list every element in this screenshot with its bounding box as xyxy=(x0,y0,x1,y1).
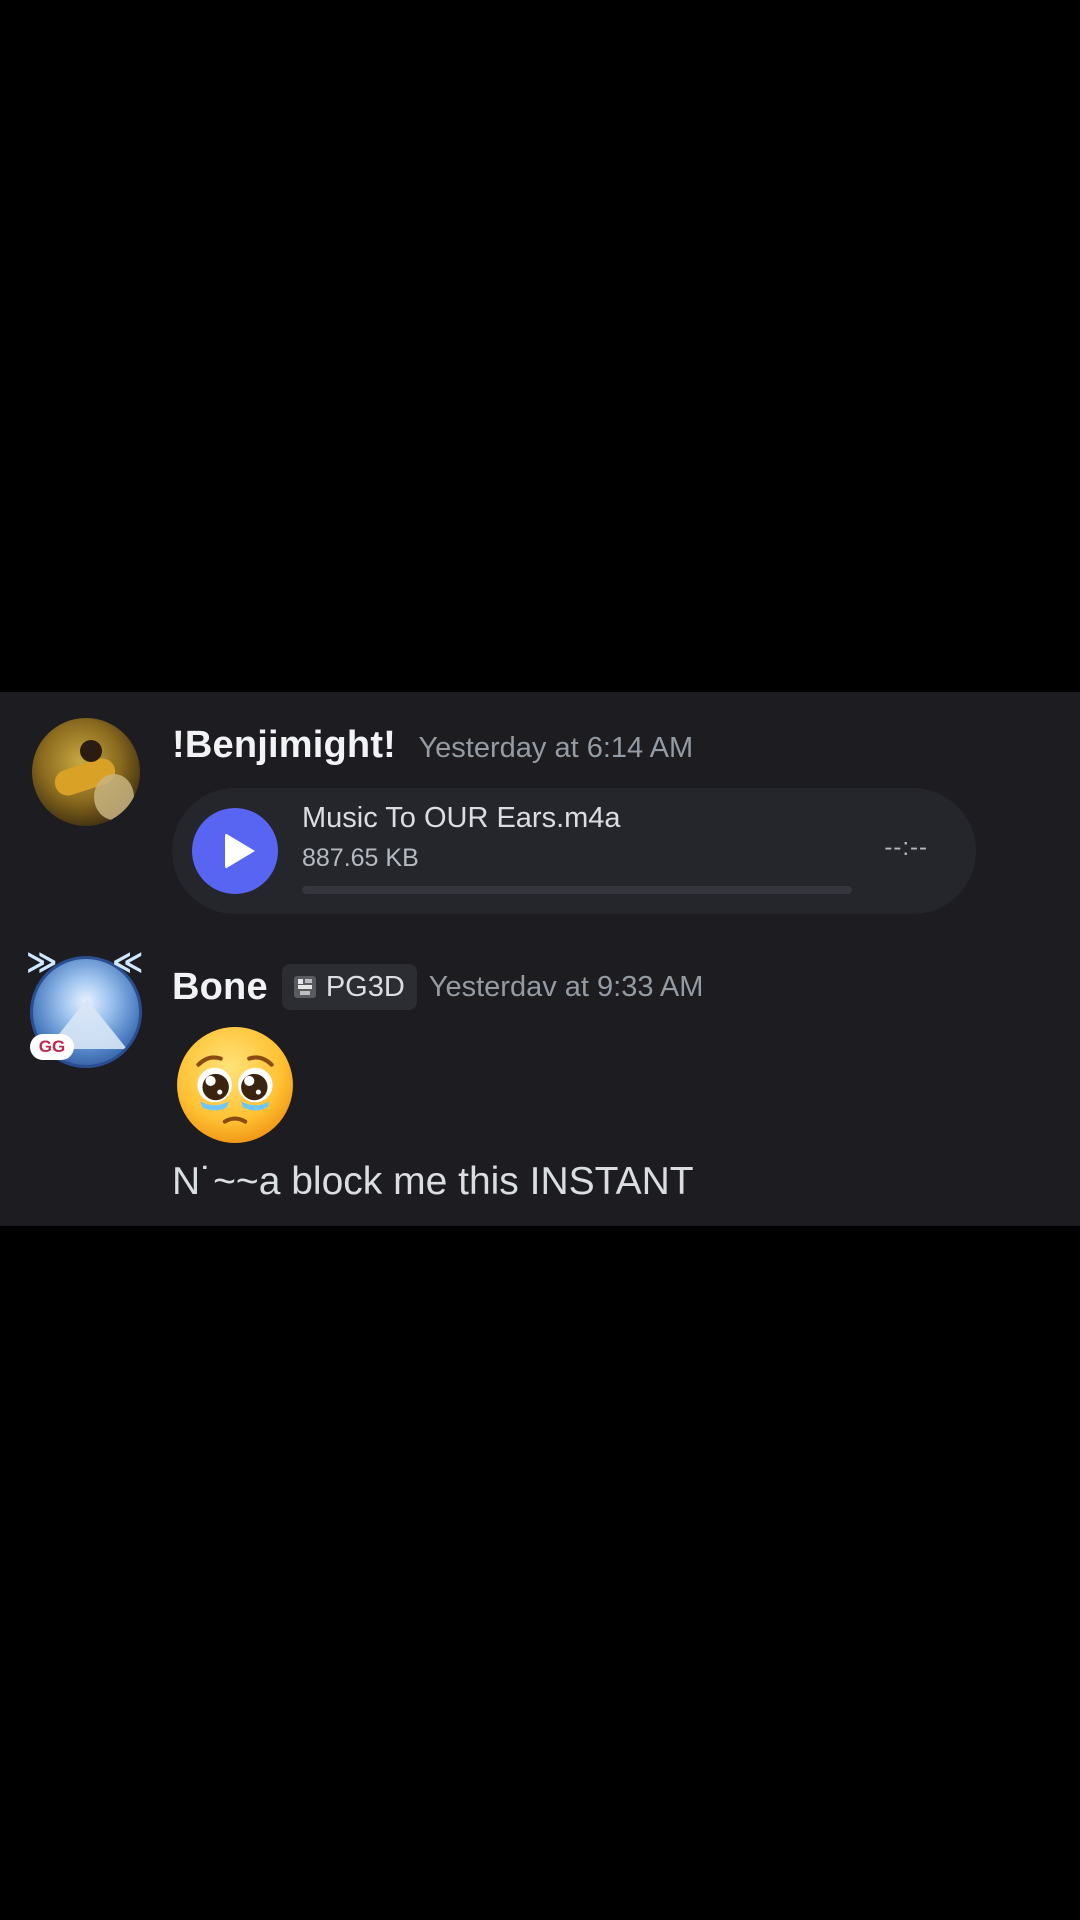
wing-icon: ≫ xyxy=(26,946,58,979)
avatar-image-part xyxy=(94,774,134,820)
timestamp: Yesterdav at 9:33 AM xyxy=(428,970,704,1003)
message-header: !Benjimight! Yesterday at 6:14 AM xyxy=(172,724,693,767)
chat-panel: !Benjimight! Yesterday at 6:14 AM Music … xyxy=(0,692,1080,1226)
audio-file-size: 887.65 KB xyxy=(302,844,419,872)
pleading-face-emoji xyxy=(177,1027,293,1143)
timestamp: Yesterday at 6:14 AM xyxy=(418,732,694,764)
audio-duration: --:-- xyxy=(884,834,928,861)
screen: !Benjimight! Yesterday at 6:14 AM Music … xyxy=(0,0,1080,1920)
audio-filename[interactable]: Music To OUR Ears.m4a xyxy=(302,802,621,835)
audio-attachment: Music To OUR Ears.m4a 887.65 KB --:-- xyxy=(172,788,976,914)
username[interactable]: Bone xyxy=(172,966,268,1009)
play-icon xyxy=(225,833,255,869)
message-text: N˙~~a block me this INSTANT xyxy=(172,1160,694,1203)
message-header: Bone PG3D Yesterdav at 9:33 AM xyxy=(172,964,703,1010)
pg3d-guild-icon xyxy=(293,976,316,998)
guild-tag-label: PG3D xyxy=(325,970,405,1003)
play-button[interactable] xyxy=(192,808,278,894)
avatar-decoration-badge: GG xyxy=(30,1034,74,1060)
guild-tag[interactable]: PG3D xyxy=(281,964,417,1010)
wing-icon: ≪ xyxy=(112,946,144,979)
audio-progress-bar[interactable] xyxy=(302,886,852,894)
username[interactable]: !Benjimight! xyxy=(172,724,396,766)
avatar[interactable] xyxy=(32,718,140,826)
avatar-image-part xyxy=(80,740,102,762)
